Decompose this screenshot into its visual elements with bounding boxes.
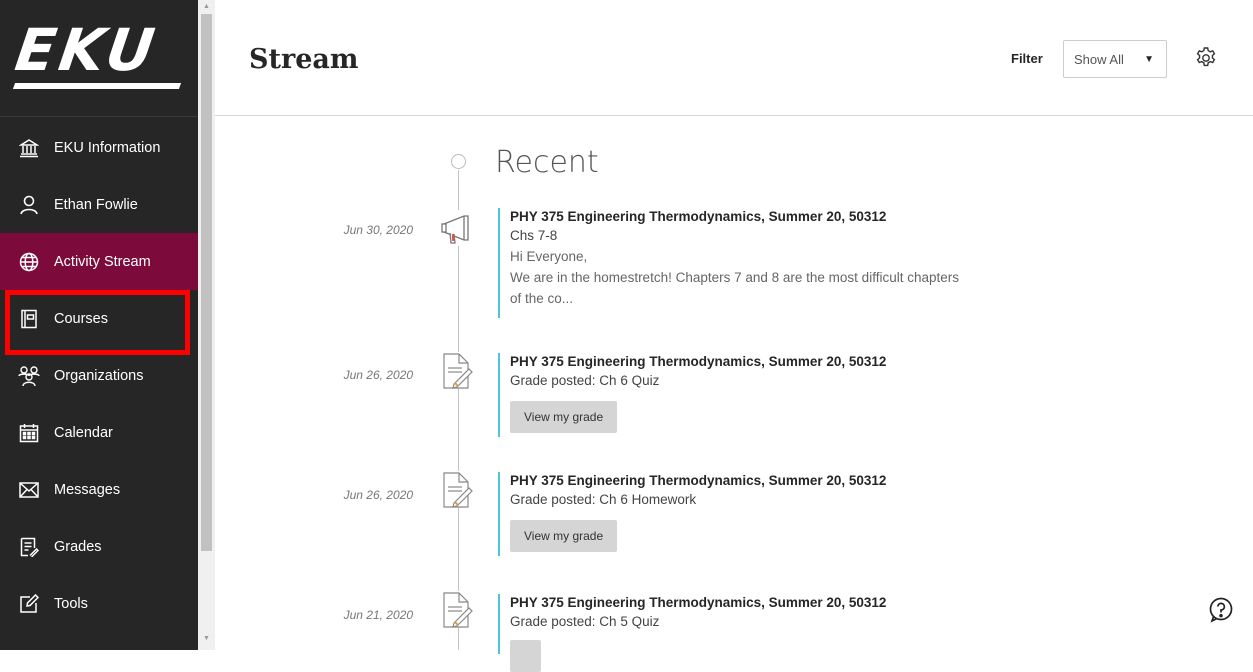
entry-body-preview: We are in the homestretch! Chapters 7 an…	[510, 270, 959, 306]
sidebar-item-grades[interactable]: Grades	[0, 518, 198, 575]
view-my-grade-button[interactable]: View my grade	[510, 520, 618, 552]
sidebar-item-label: Calendar	[54, 424, 113, 441]
sidebar-item-label: Courses	[54, 310, 108, 327]
entry-course-title[interactable]: PHY 375 Engineering Thermodynamics, Summ…	[510, 353, 886, 371]
entry-course-title[interactable]: PHY 375 Engineering Thermodynamics, Summ…	[510, 208, 970, 226]
sidebar: EKU EKU Information Ethan Fowlie Activit…	[0, 0, 198, 650]
sidebar-item-messages[interactable]: Messages	[0, 461, 198, 518]
entry-subject: Chs 7-8	[510, 228, 558, 243]
institution-icon	[18, 137, 40, 159]
gear-icon[interactable]	[1194, 46, 1218, 70]
sidebar-item-label: Ethan Fowlie	[54, 196, 138, 213]
entry-date: Jun 26, 2020	[343, 368, 413, 382]
view-my-grade-button[interactable]: View my grade	[510, 401, 618, 433]
courses-icon	[18, 308, 40, 330]
entry-course-title[interactable]: PHY 375 Engineering Thermodynamics, Summ…	[510, 472, 886, 490]
stream-entry-grade[interactable]: PHY 375 Engineering Thermodynamics, Summ…	[498, 594, 886, 672]
globe-icon	[18, 251, 40, 273]
sidebar-item-label: Grades	[54, 538, 102, 555]
section-title-recent: Recent	[495, 145, 599, 180]
user-icon	[18, 194, 40, 216]
entry-subject: Grade posted: Ch 5 Quiz	[510, 614, 660, 629]
sidebar-item-label: Messages	[54, 481, 121, 498]
scroll-up-arrow-icon[interactable]: ▲	[198, 0, 215, 14]
page-title: Stream	[249, 44, 359, 75]
stream-entry-announcement[interactable]: PHY 375 Engineering Thermodynamics, Summ…	[498, 208, 970, 318]
entry-subject: Grade posted: Ch 6 Homework	[510, 492, 697, 507]
grade-document-icon	[440, 471, 476, 508]
announcement-icon	[440, 210, 476, 246]
organizations-icon	[18, 365, 40, 387]
stream-entry-grade[interactable]: PHY 375 Engineering Thermodynamics, Summ…	[498, 353, 886, 437]
sidebar-item-organizations[interactable]: Organizations	[0, 347, 198, 404]
tools-icon	[18, 593, 40, 615]
sidebar-item-calendar[interactable]: Calendar	[0, 404, 198, 461]
logo-underline	[12, 83, 182, 89]
grade-document-icon	[440, 352, 476, 389]
grade-document-icon	[440, 591, 476, 628]
entry-course-title[interactable]: PHY 375 Engineering Thermodynamics, Summ…	[510, 594, 886, 612]
calendar-icon	[18, 422, 40, 444]
envelope-icon	[18, 479, 40, 501]
main-content: Stream Filter Show All ▼ Recent Jun 30, …	[215, 0, 1253, 672]
sidebar-item-label: Organizations	[54, 367, 144, 384]
entry-body-greeting: Hi Everyone,	[510, 249, 588, 264]
filter-label: Filter	[1011, 51, 1043, 66]
timeline-start-dot	[451, 154, 466, 169]
entry-date: Jun 26, 2020	[343, 488, 413, 502]
caret-down-icon: ▼	[1144, 54, 1154, 65]
sidebar-item-label: Tools	[54, 595, 88, 612]
sidebar-item-activity-stream[interactable]: Activity Stream	[0, 233, 198, 290]
sidebar-item-label: Activity Stream	[54, 253, 151, 270]
sidebar-item-tools[interactable]: Tools	[0, 575, 198, 632]
grades-icon	[18, 536, 40, 558]
scroll-down-arrow-icon[interactable]: ▼	[198, 632, 215, 646]
scroll-thumb[interactable]	[201, 14, 212, 551]
eku-logo[interactable]: EKU	[0, 0, 198, 117]
entry-date: Jun 21, 2020	[343, 608, 413, 622]
sidebar-scrollbar[interactable]: ▲ ▼	[198, 0, 215, 650]
sidebar-item-eku-information[interactable]: EKU Information	[0, 119, 198, 176]
filter-select[interactable]: Show All ▼	[1063, 40, 1167, 78]
help-icon[interactable]	[1208, 597, 1234, 623]
stream-entry-grade[interactable]: PHY 375 Engineering Thermodynamics, Summ…	[498, 472, 886, 556]
logo-text: EKU	[11, 16, 163, 84]
sidebar-item-profile[interactable]: Ethan Fowlie	[0, 176, 198, 233]
entry-subject: Grade posted: Ch 6 Quiz	[510, 373, 660, 388]
filter-select-value: Show All	[1074, 51, 1124, 67]
view-my-grade-button[interactable]	[510, 640, 542, 672]
page-header: Stream Filter Show All ▼	[215, 0, 1253, 116]
sidebar-item-courses[interactable]: Courses	[0, 290, 198, 355]
entry-date: Jun 30, 2020	[343, 223, 413, 237]
sidebar-item-label: EKU Information	[54, 139, 161, 156]
